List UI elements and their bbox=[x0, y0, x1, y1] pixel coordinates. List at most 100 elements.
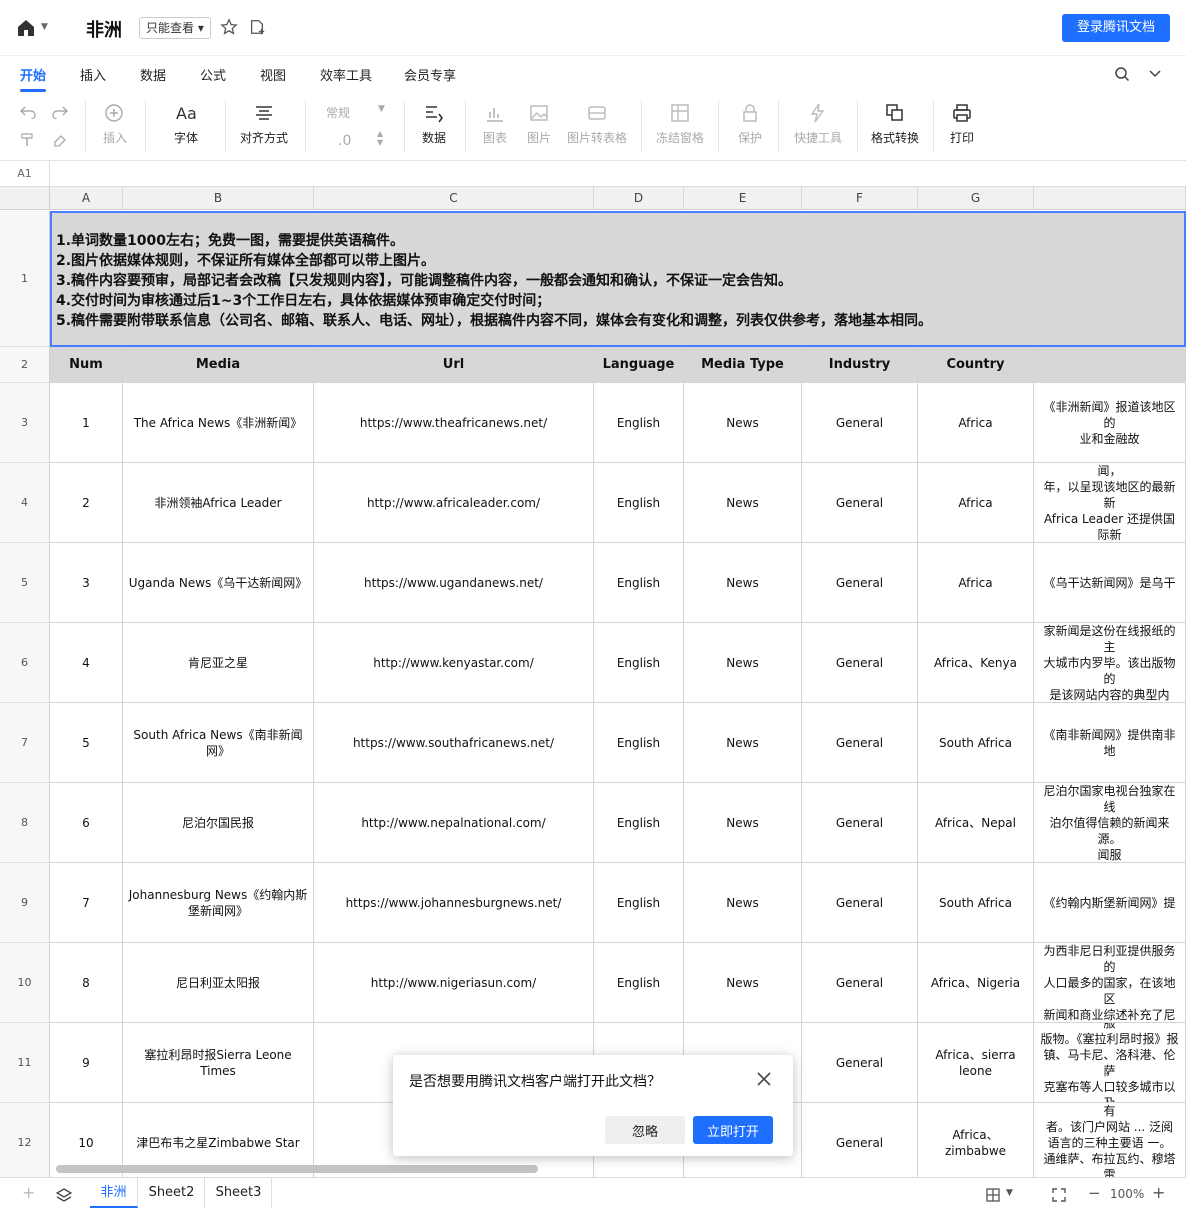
cell-country[interactable]: Africa bbox=[918, 463, 1034, 543]
header-country[interactable]: Country bbox=[918, 347, 1034, 383]
row-header[interactable]: 7 bbox=[0, 703, 50, 783]
header-num[interactable]: Num bbox=[50, 347, 123, 383]
cell-media[interactable]: Johannesburg News《约翰内斯堡新闻网》 bbox=[123, 863, 314, 943]
cell-country[interactable]: Africa bbox=[918, 383, 1034, 463]
stepper-icon[interactable]: ▲ ▼ bbox=[377, 129, 383, 147]
column-header[interactable]: D bbox=[594, 187, 684, 210]
ignore-button[interactable]: 忽略 bbox=[605, 1116, 685, 1144]
tab-view[interactable]: 视图 bbox=[260, 65, 286, 84]
close-icon[interactable] bbox=[757, 1072, 771, 1086]
cell-url[interactable]: https://www.theafricanews.net/ bbox=[314, 383, 594, 463]
cell-country[interactable]: South Africa bbox=[918, 703, 1034, 783]
cell-description[interactable]: 《约翰内斯堡新闻网》提 bbox=[1034, 863, 1186, 943]
cell-language[interactable]: English bbox=[594, 623, 684, 703]
format-convert-tool[interactable]: 格式转换 bbox=[868, 93, 922, 161]
zoom-in-icon[interactable]: + bbox=[1152, 1183, 1165, 1202]
cell-industry[interactable]: General bbox=[802, 863, 918, 943]
cell-industry[interactable]: General bbox=[802, 543, 918, 623]
row-header[interactable]: 5 bbox=[0, 543, 50, 623]
column-header[interactable]: F bbox=[802, 187, 918, 210]
font-tool[interactable]: Aa 字体 bbox=[160, 93, 212, 161]
zoom-out-icon[interactable]: − bbox=[1088, 1184, 1101, 1202]
cell-description[interactable]: 《非洲新闻》报道该地区的 业和金融故 bbox=[1034, 383, 1186, 463]
cell-description[interactable]: 《乌干达新闻网》是乌干 bbox=[1034, 543, 1186, 623]
fullscreen-icon[interactable] bbox=[1052, 1188, 1066, 1202]
chart-tool[interactable]: 图表 bbox=[476, 93, 514, 161]
cell-description[interactable]: 《南非新闻网》提供南非地 bbox=[1034, 703, 1186, 783]
cell-url[interactable]: https://www.southafricanews.net/ bbox=[314, 703, 594, 783]
cell-media-type[interactable]: News bbox=[684, 703, 802, 783]
cell-industry[interactable]: General bbox=[802, 1103, 918, 1177]
column-header[interactable]: E bbox=[684, 187, 802, 210]
cell-url[interactable]: https://www.johannesburgnews.net/ bbox=[314, 863, 594, 943]
row-header[interactable]: 6 bbox=[0, 623, 50, 703]
cell-media-type[interactable]: News bbox=[684, 863, 802, 943]
layers-icon[interactable] bbox=[56, 1187, 72, 1203]
cell-country[interactable]: Africa、Nepal bbox=[918, 783, 1034, 863]
cell-media[interactable]: 塞拉利昂时报Sierra Leone Times bbox=[123, 1023, 314, 1103]
cell-description[interactable]: 《津巴布韦之星》一直是有 者。该门户网站 ... 泛阅 语言的三种主要语 一。 … bbox=[1034, 1103, 1186, 1177]
cell-language[interactable]: English bbox=[594, 863, 684, 943]
doc-info-icon[interactable] bbox=[248, 18, 266, 36]
insert-tool[interactable]: 插入 bbox=[96, 93, 134, 161]
cell-num[interactable]: 1 bbox=[50, 383, 123, 463]
cell-media-type[interactable]: News bbox=[684, 463, 802, 543]
row-header[interactable]: 3 bbox=[0, 383, 50, 463]
row-header[interactable]: 1 bbox=[0, 211, 50, 347]
cell-num[interactable]: 2 bbox=[50, 463, 123, 543]
column-header[interactable]: G bbox=[918, 187, 1034, 210]
doc-title[interactable]: 非洲 bbox=[86, 16, 122, 42]
tab-insert[interactable]: 插入 bbox=[80, 65, 106, 84]
header-description[interactable] bbox=[1034, 347, 1186, 383]
cell-media[interactable]: 尼日利亚太阳报 bbox=[123, 943, 314, 1023]
cell-media[interactable]: South Africa News《南非新闻网》 bbox=[123, 703, 314, 783]
add-sheet-icon[interactable]: + bbox=[22, 1183, 35, 1202]
cell-media-type[interactable]: News bbox=[684, 623, 802, 703]
print-tool[interactable]: 打印 bbox=[944, 93, 980, 161]
cell-media-type[interactable]: News bbox=[684, 783, 802, 863]
login-button[interactable]: 登录腾讯文档 bbox=[1062, 14, 1170, 42]
freeze-tool[interactable]: 冻结窗格 bbox=[654, 93, 706, 161]
tab-member[interactable]: 会员专享 bbox=[404, 65, 456, 84]
sheet-grid[interactable]: A B C D E F G 1 1.单词数量1000左右；免费一图，需要提供英语… bbox=[0, 187, 1186, 1177]
cell-url[interactable]: https://www.ugandanews.net/ bbox=[314, 543, 594, 623]
column-header[interactable]: A bbox=[50, 187, 123, 210]
row-header[interactable]: 2 bbox=[0, 347, 50, 383]
chevron-down-icon[interactable]: ▼ bbox=[1006, 1188, 1013, 1198]
align-tool[interactable]: 对齐方式 bbox=[236, 93, 292, 161]
cell-language[interactable]: English bbox=[594, 543, 684, 623]
cell-url[interactable]: http://www.africaleader.com/ bbox=[314, 463, 594, 543]
cell-industry[interactable]: General bbox=[802, 1023, 918, 1103]
search-icon[interactable] bbox=[1114, 66, 1130, 82]
cell-media[interactable]: The Africa News《非洲新闻》 bbox=[123, 383, 314, 463]
cell-country[interactable]: Africa、Kenya bbox=[918, 623, 1034, 703]
cell-language[interactable]: English bbox=[594, 783, 684, 863]
cell-description[interactable]: 塞拉利昂第一个在线新闻服 版物。《塞拉利昂时报》报 镇、马卡尼、洛科港、伦萨 克… bbox=[1034, 1023, 1186, 1103]
home-dropdown-icon[interactable]: ▼ bbox=[41, 22, 48, 32]
data-tool[interactable]: 数据 bbox=[414, 93, 454, 161]
star-icon[interactable] bbox=[220, 18, 238, 36]
cell-description[interactable]: 面向非洲东南部非洲大湖地 家新闻是这份在线报纸的主 大城市内罗毕。该出版物的 是… bbox=[1034, 623, 1186, 703]
sheet-tab-sheet3[interactable]: Sheet3 bbox=[206, 1178, 272, 1208]
cell-media-type[interactable]: News bbox=[684, 383, 802, 463]
cell-media-type[interactable]: News bbox=[684, 543, 802, 623]
quick-tools-tool[interactable]: 快捷工具 bbox=[790, 93, 846, 161]
cell-industry[interactable]: General bbox=[802, 383, 918, 463]
cell-media[interactable]: 尼泊尔国民报 bbox=[123, 783, 314, 863]
column-header[interactable] bbox=[1034, 187, 1186, 210]
cell-num[interactable]: 6 bbox=[50, 783, 123, 863]
tab-formula[interactable]: 公式 bbox=[200, 65, 226, 84]
cell-url[interactable]: http://www.kenyastar.com/ bbox=[314, 623, 594, 703]
cell-country[interactable]: Africa bbox=[918, 543, 1034, 623]
cell-industry[interactable]: General bbox=[802, 783, 918, 863]
column-header[interactable]: C bbox=[314, 187, 594, 210]
row-header[interactable]: 10 bbox=[0, 943, 50, 1023]
cell-language[interactable]: English bbox=[594, 703, 684, 783]
cell-media[interactable]: Uganda News《乌干达新闻网》 bbox=[123, 543, 314, 623]
decimal-button[interactable]: .0 bbox=[338, 133, 351, 149]
cell-description[interactable]: 来自非洲大陆各地的新闻， 年，以呈现该地区的最新新 Africa Leader … bbox=[1034, 463, 1186, 543]
row-header[interactable]: 4 bbox=[0, 463, 50, 543]
cell-country[interactable]: Africa、sierra leone bbox=[918, 1023, 1034, 1103]
cell-url[interactable]: http://www.nigeriasun.com/ bbox=[314, 943, 594, 1023]
cell-description[interactable]: 尼泊尔国家电视台独家在线 泊尔值得信赖的新闻来源。 闻服 bbox=[1034, 783, 1186, 863]
